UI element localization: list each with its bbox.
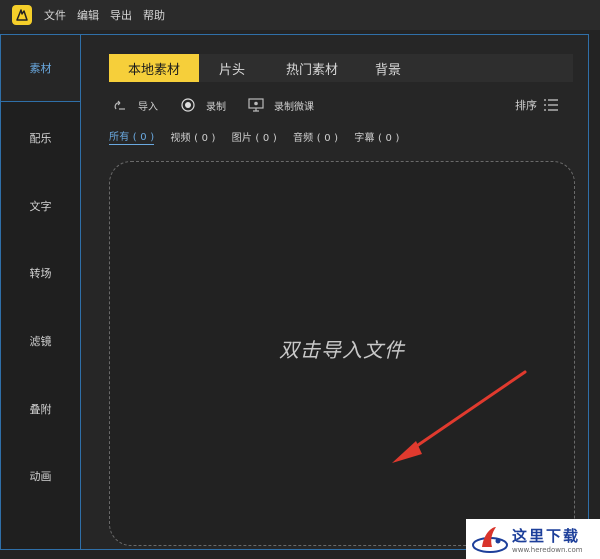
record-icon	[180, 97, 196, 113]
red-arrow-annotation	[392, 370, 527, 463]
tab-intro[interactable]: 片头	[199, 54, 265, 82]
toolbar: 导入 录制 录制微课 排序	[109, 95, 573, 115]
menu-export[interactable]: 导出	[110, 7, 132, 23]
tab-background[interactable]: 背景	[359, 54, 417, 82]
import-label: 导入	[138, 101, 158, 113]
tab-hot-materials[interactable]: 热门素材	[265, 54, 359, 82]
site-watermark: 这里下载 www.heredown.com	[466, 519, 600, 559]
sidebar-item-animation[interactable]: 动画	[1, 443, 80, 509]
sidebar: 素材 配乐 文字 转场 滤镜 叠附 动画	[1, 35, 80, 549]
sidebar-item-music[interactable]: 配乐	[1, 105, 80, 171]
tab-local-materials[interactable]: 本地素材	[109, 54, 199, 82]
record-label: 录制	[206, 101, 226, 113]
material-tabs: 本地素材 片头 热门素材 背景	[109, 54, 573, 82]
filter-video[interactable]: 视频 ( 0 )	[170, 129, 215, 144]
watermark-url: www.heredown.com	[512, 545, 583, 554]
filter-subtitle[interactable]: 字幕 ( 0 )	[354, 129, 399, 144]
watermark-logo-icon	[472, 527, 508, 553]
menu-file[interactable]: 文件	[44, 7, 66, 23]
filter-all[interactable]: 所有 ( 0 )	[109, 128, 155, 145]
sidebar-item-materials[interactable]: 素材	[1, 35, 80, 101]
screen-record-icon	[248, 97, 264, 113]
import-button[interactable]: 导入	[112, 97, 158, 113]
list-icon	[543, 98, 559, 112]
menubar: 文件 编辑 导出 帮助	[0, 0, 600, 30]
import-drop-zone[interactable]: 双击导入文件	[109, 161, 575, 546]
filter-audio[interactable]: 音频 ( 0 )	[293, 129, 338, 144]
record-button[interactable]: 录制	[180, 97, 226, 113]
type-filters: 所有 ( 0 ) 视频 ( 0 ) 图片 ( 0 ) 音频 ( 0 ) 字幕 (…	[109, 128, 416, 145]
import-icon	[112, 97, 128, 113]
record-lesson-label: 录制微课	[274, 101, 314, 113]
menu-edit[interactable]: 编辑	[77, 7, 99, 23]
sidebar-item-text[interactable]: 文字	[1, 173, 80, 239]
sidebar-item-filters[interactable]: 滤镜	[1, 308, 80, 374]
drop-hint: 双击导入文件	[279, 338, 405, 362]
sort-label: 排序	[515, 99, 537, 112]
sidebar-item-transitions[interactable]: 转场	[1, 240, 80, 306]
sort-button[interactable]: 排序	[515, 95, 559, 115]
app-logo-icon	[12, 5, 32, 25]
sidebar-divider	[80, 101, 81, 549]
filter-image[interactable]: 图片 ( 0 )	[232, 129, 277, 144]
sidebar-item-overlays[interactable]: 叠附	[1, 376, 80, 442]
watermark-title: 这里下载	[512, 526, 581, 545]
app-window: 文件 编辑 导出 帮助 素材 配乐 文字 转场 滤镜 叠附 动画 本地素材 片头…	[0, 0, 600, 559]
record-lesson-button[interactable]: 录制微课	[248, 97, 314, 113]
main-panel: 素材 配乐 文字 转场 滤镜 叠附 动画 本地素材 片头 热门素材 背景 导入	[0, 34, 589, 550]
menu-help[interactable]: 帮助	[143, 7, 165, 23]
